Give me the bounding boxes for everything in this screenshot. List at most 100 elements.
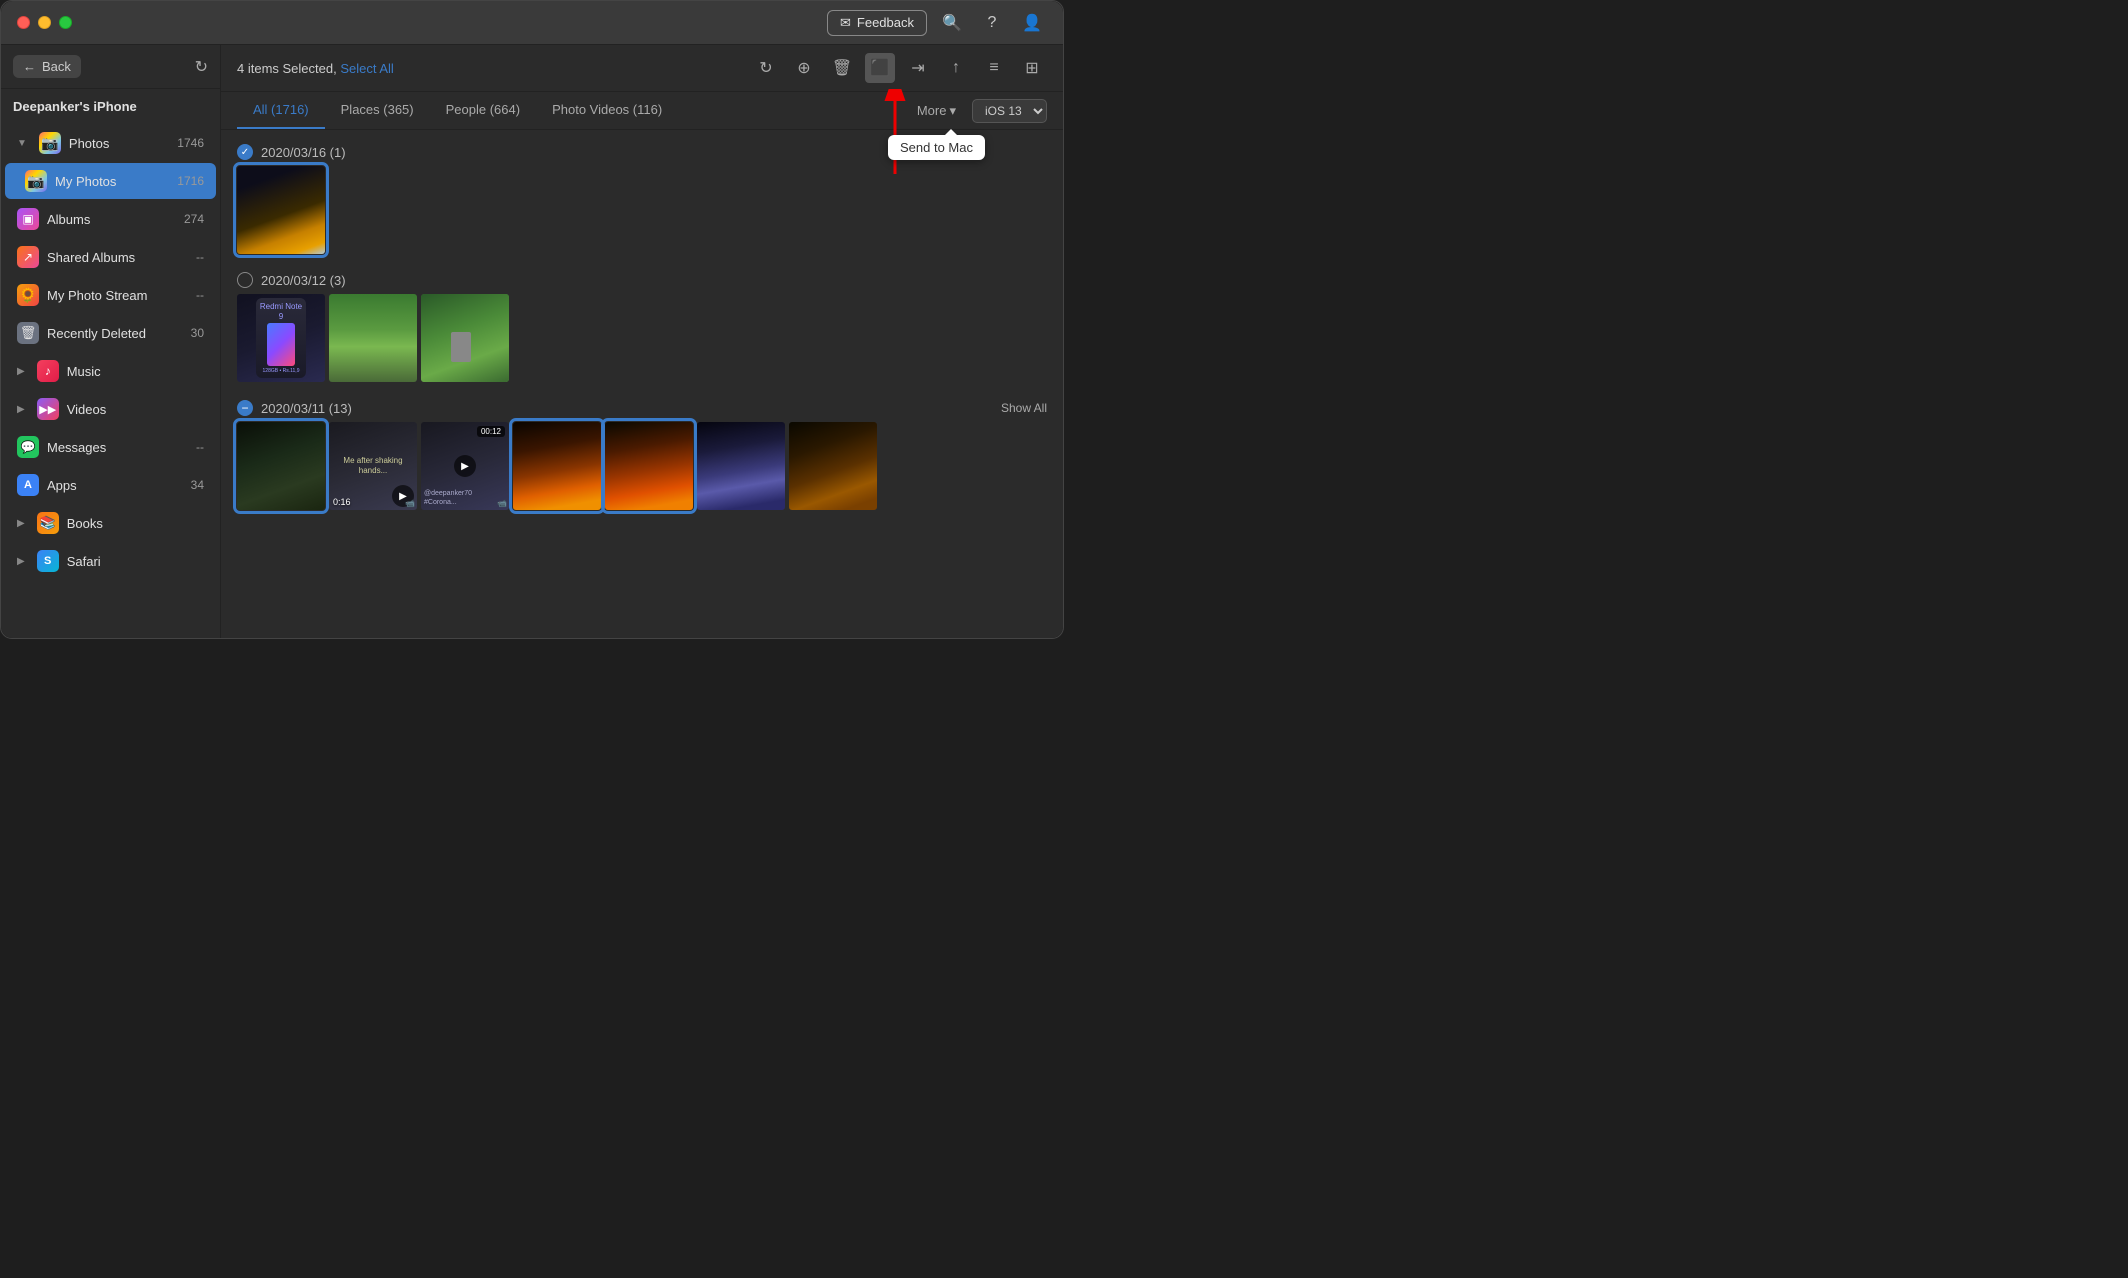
sidebar-messages-count: -- <box>196 440 204 454</box>
chevron-down-icon: ▼ <box>17 138 27 149</box>
feedback-button[interactable]: ✉ Feedback <box>827 10 927 36</box>
send-to-device-icon: ⬛ <box>870 58 890 78</box>
sidebar-item-my-photo-stream[interactable]: 🌻 My Photo Stream -- <box>5 277 216 313</box>
list-view-icon: ≡ <box>989 59 998 77</box>
books-icon: 📚 <box>37 512 59 534</box>
photo-thumb-10[interactable] <box>697 422 785 510</box>
photo-thumb-6[interactable]: Me after shaking hands... ▶ 0:16 📹 <box>329 422 417 510</box>
sidebar-item-shared-albums[interactable]: ↗ Shared Albums -- <box>5 239 216 275</box>
refresh-button[interactable]: ↻ <box>751 53 781 83</box>
sidebar-safari-label: Safari <box>67 554 204 569</box>
date-label-1: 2020/03/16 (1) <box>261 145 346 160</box>
sidebar-music-label: Music <box>67 364 204 379</box>
minimize-button[interactable] <box>38 16 51 29</box>
photo-thumb-11[interactable] <box>789 422 877 510</box>
sidebar-item-albums[interactable]: ▣ Albums 274 <box>5 201 216 237</box>
main-content: ← Back ↻ Deepanker's iPhone ▼ 📷 Photos 1… <box>1 45 1063 638</box>
date-group-2: 2020/03/12 (3) Redmi Note 9 128GB • Rs.1… <box>237 266 1047 382</box>
selection-info: 4 items Selected, Select All <box>237 61 394 76</box>
select-all-link[interactable]: Select All <box>340 61 393 76</box>
tab-more-label: More <box>917 103 947 118</box>
sidebar-apps-label: Apps <box>47 478 183 493</box>
music-icon: ♪ <box>37 360 59 382</box>
grid-view-button[interactable]: ⊞ <box>1017 53 1047 83</box>
sidebar-my-photos-count: 1716 <box>177 174 204 188</box>
tab-people[interactable]: People (664) <box>430 92 536 129</box>
date-group-3: − 2020/03/11 (13) Show All M <box>237 394 1047 510</box>
sidebar-header: ← Back ↻ <box>1 45 220 89</box>
ios-version-selector[interactable]: iOS 13 iOS 14 iOS 15 <box>972 99 1047 123</box>
help-icon: ? <box>988 14 997 32</box>
date-label-2: 2020/03/12 (3) <box>261 273 346 288</box>
sidebar-item-recently-deleted[interactable]: 🗑 Recently Deleted 30 <box>5 315 216 351</box>
mail-icon: ✉ <box>840 15 851 31</box>
send-to-mac-tooltip: Send to Mac <box>888 135 985 160</box>
close-button[interactable] <box>17 16 30 29</box>
sidebar-item-apps[interactable]: A Apps 34 <box>5 467 216 503</box>
photo-stream-icon: 🌻 <box>17 284 39 306</box>
tab-more[interactable]: More ▾ <box>901 93 972 129</box>
photo-thumb-4[interactable] <box>421 294 509 382</box>
sidebar-videos-label: Videos <box>67 402 204 417</box>
photos-scroll[interactable]: ✓ 2020/03/16 (1) 2020/03/12 (3) <box>221 130 1063 638</box>
show-all-button[interactable]: Show All <box>1001 401 1047 415</box>
tab-places[interactable]: Places (365) <box>325 92 430 129</box>
selection-text: 4 items Selected, <box>237 61 337 76</box>
help-button[interactable]: ? <box>977 8 1007 38</box>
search-button[interactable]: 🔍 <box>937 8 967 38</box>
trash-icon: 🗑 <box>832 58 852 78</box>
account-button[interactable]: 👤 <box>1017 8 1047 38</box>
video-duration-6: 0:16 <box>333 497 351 507</box>
group-checkbox-1[interactable]: ✓ <box>237 144 253 160</box>
my-photos-icon: 📷 <box>25 170 47 192</box>
sidebar-photos-count: 1746 <box>177 136 204 150</box>
play-icon-7: ▶ <box>454 455 476 477</box>
tab-all[interactable]: All (1716) <box>237 92 325 129</box>
photo-thumb-1[interactable] <box>237 166 325 254</box>
maximize-button[interactable] <box>59 16 72 29</box>
sidebar-item-safari[interactable]: ▶ S Safari <box>5 543 216 579</box>
search-icon: 🔍 <box>942 13 962 33</box>
sidebar-messages-label: Messages <box>47 440 188 455</box>
chevron-right-icon-2: ▶ <box>17 404 25 415</box>
photo-thumb-3[interactable] <box>329 294 417 382</box>
photos-row-1 <box>237 166 1047 254</box>
list-view-button[interactable]: ≡ <box>979 53 1009 83</box>
group-checkbox-3[interactable]: − <box>237 400 253 416</box>
title-bar-right: ✉ Feedback 🔍 ? 👤 <box>827 8 1047 38</box>
chevron-right-icon: ▶ <box>17 366 25 377</box>
sidebar-item-music[interactable]: ▶ ♪ Music <box>5 353 216 389</box>
send-to-device-button[interactable]: ⬛ <box>865 53 895 83</box>
upload-button[interactable]: ↑ <box>941 53 971 83</box>
refresh-icon: ↻ <box>759 58 772 78</box>
sidebar-deleted-label: Recently Deleted <box>47 326 183 341</box>
account-icon: 👤 <box>1022 13 1042 33</box>
tab-photo-videos[interactable]: Photo Videos (116) <box>536 92 678 129</box>
sidebar-item-videos[interactable]: ▶ ▶▶ Videos <box>5 391 216 427</box>
sidebar-item-messages[interactable]: 💬 Messages -- <box>5 429 216 465</box>
date-label-3: 2020/03/11 (13) <box>261 401 352 416</box>
tab-photo-videos-label: Photo Videos (116) <box>552 102 662 117</box>
photo-thumb-5[interactable] <box>237 422 325 510</box>
sidebar-item-my-photos[interactable]: 📷 My Photos 1716 <box>5 163 216 199</box>
photo-thumb-2[interactable]: Redmi Note 9 128GB • Rs.11,9 <box>237 294 325 382</box>
photo-thumb-7[interactable]: @deepanker70#Corona... ▶ 00:12 📹 <box>421 422 509 510</box>
sidebar-item-books[interactable]: ▶ 📚 Books <box>5 505 216 541</box>
group-checkbox-2[interactable] <box>237 272 253 288</box>
back-button[interactable]: ← Back <box>13 55 81 78</box>
video-duration-7: 00:12 <box>477 426 505 437</box>
photo-thumb-9[interactable] <box>605 422 693 510</box>
feedback-label: Feedback <box>857 15 914 30</box>
sidebar-shared-albums-label: Shared Albums <box>47 250 188 265</box>
sidebar-books-label: Books <box>67 516 204 531</box>
export-icon: ⇥ <box>911 58 924 78</box>
sidebar-my-photos-label: My Photos <box>55 174 169 189</box>
sync-button[interactable]: ↻ <box>195 57 208 77</box>
add-button[interactable]: ⊕ <box>789 53 819 83</box>
photo-thumb-8[interactable] <box>513 422 601 510</box>
toolbar-actions: ↻ ⊕ 🗑 ⬛ ⇥ ↑ <box>751 53 1047 83</box>
export-button[interactable]: ⇥ <box>903 53 933 83</box>
delete-button[interactable]: 🗑 <box>827 53 857 83</box>
videos-icon: ▶▶ <box>37 398 59 420</box>
sidebar-item-photos[interactable]: ▼ 📷 Photos 1746 <box>5 125 216 161</box>
